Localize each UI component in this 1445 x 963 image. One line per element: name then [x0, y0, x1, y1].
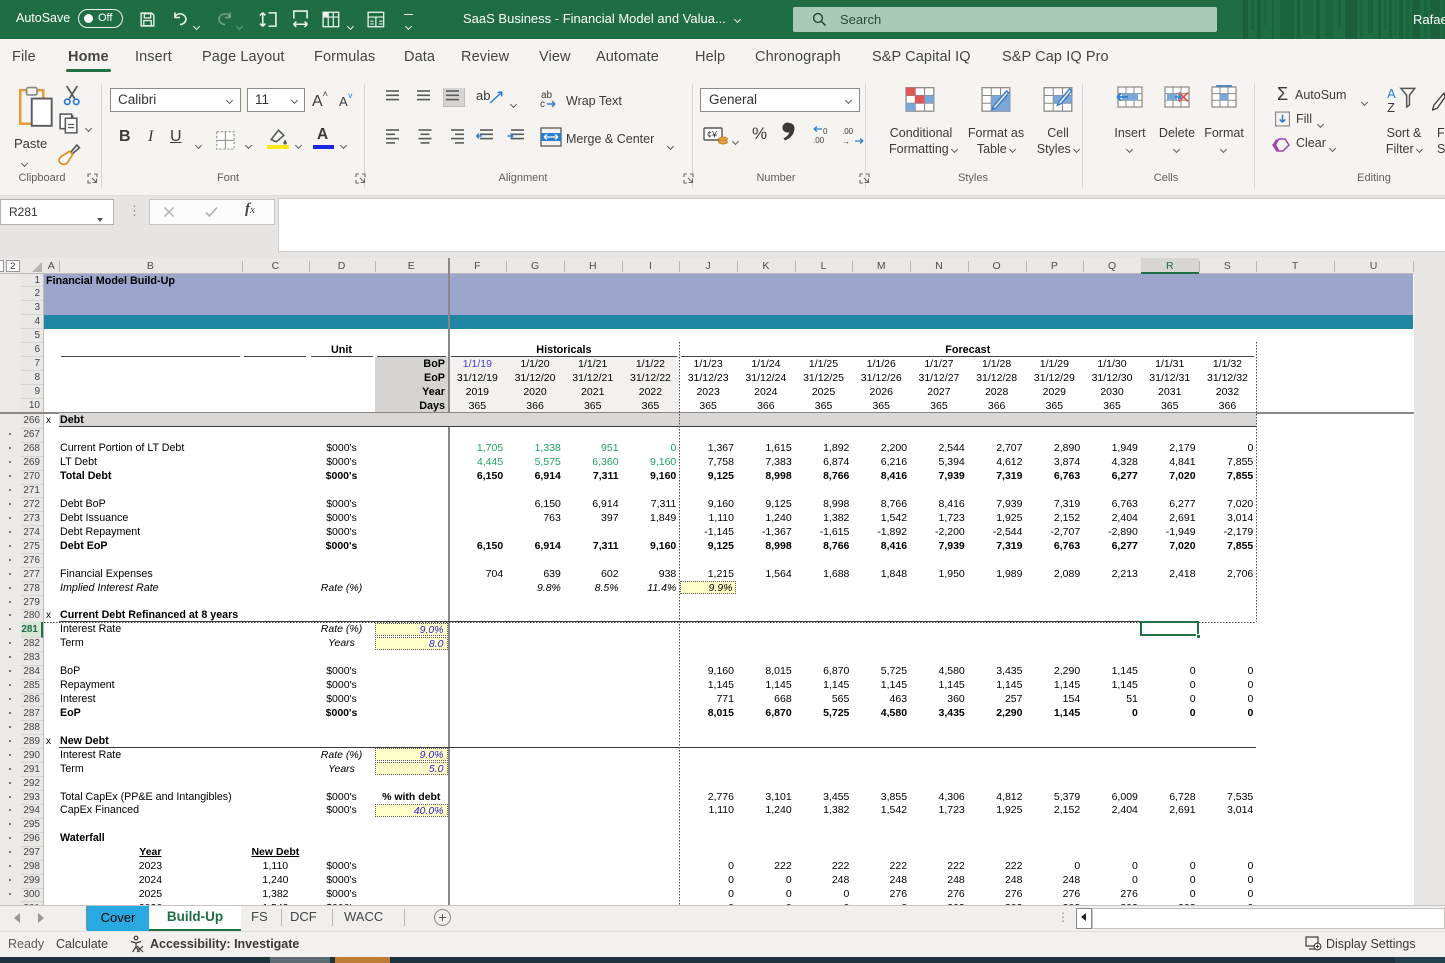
svg-text:A: A: [1387, 86, 1396, 101]
svg-text:.00: .00: [842, 127, 854, 136]
svg-text:.00: .00: [813, 136, 825, 145]
svg-text:c: c: [540, 99, 545, 110]
svg-text:→: →: [842, 137, 850, 146]
svg-text:¢¥: ¢¥: [707, 130, 718, 140]
svg-text:0: 0: [823, 127, 828, 136]
svg-text:Z: Z: [1387, 100, 1395, 113]
